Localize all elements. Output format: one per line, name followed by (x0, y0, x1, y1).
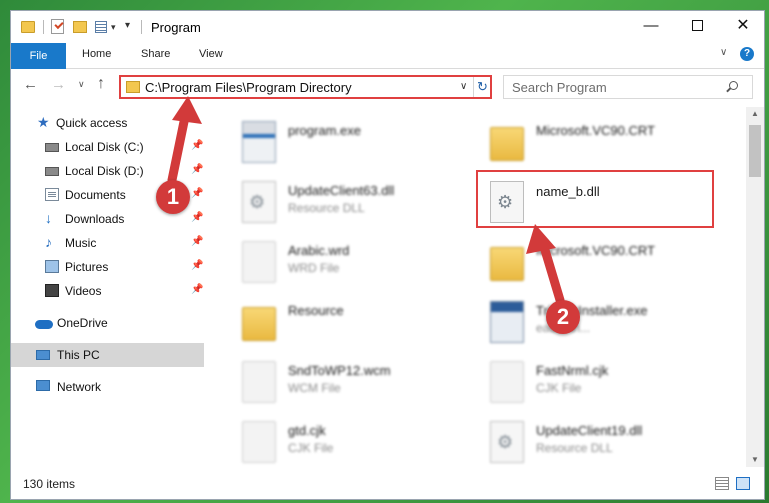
arrow-1 (167, 96, 202, 185)
annotation-arrows (167, 96, 565, 305)
arrow-2 (526, 224, 565, 305)
step-badge-2: 2 (546, 300, 580, 334)
step-badge-1: 1 (156, 180, 190, 214)
